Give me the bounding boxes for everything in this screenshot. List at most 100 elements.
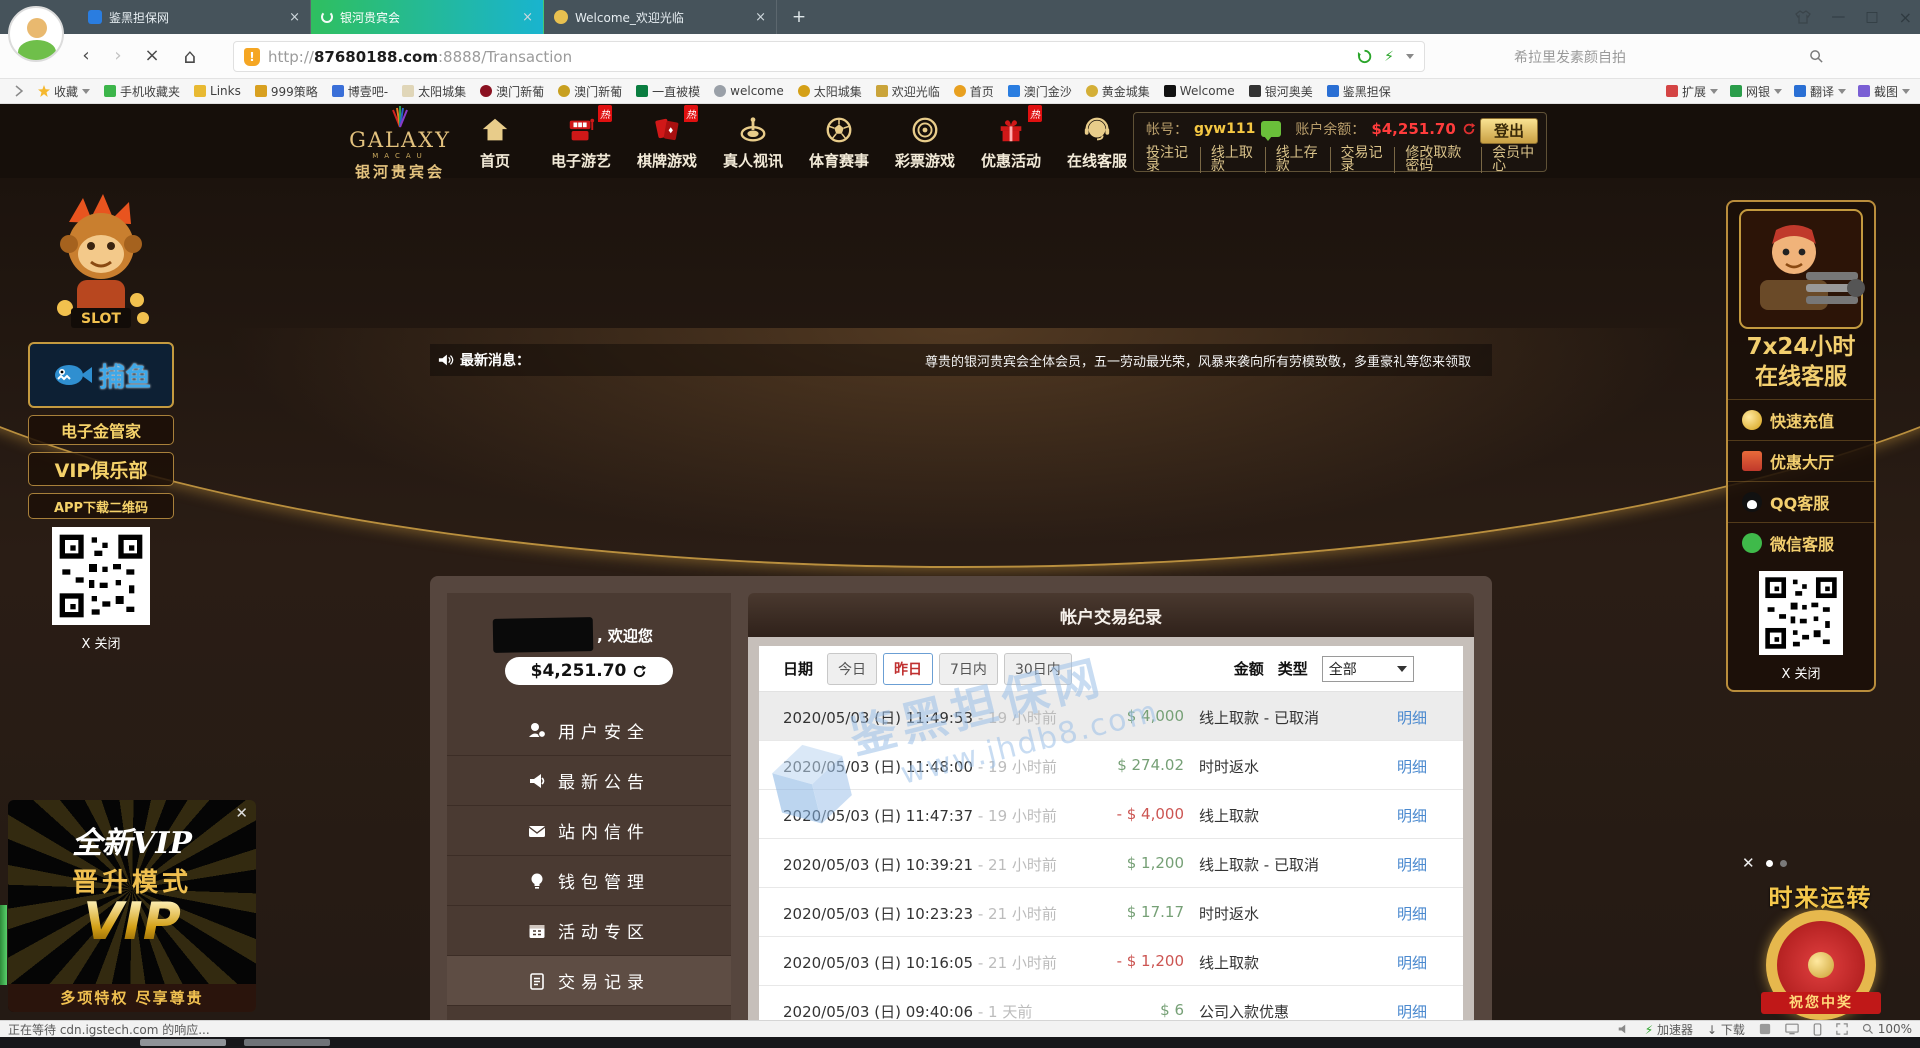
download-button[interactable]: ↓ 下载 bbox=[1707, 1021, 1745, 1038]
refresh-balance-icon[interactable] bbox=[1462, 122, 1476, 136]
bookmark-item[interactable]: 一直被模 bbox=[636, 83, 700, 100]
detail-link[interactable]: 明细 bbox=[1397, 1001, 1427, 1020]
menu-wallet[interactable]: 钱包管理 bbox=[447, 855, 731, 905]
zoom-level[interactable]: 100% bbox=[1862, 1022, 1912, 1036]
taskbar-item[interactable] bbox=[140, 1039, 226, 1046]
search-input[interactable]: 希拉里发素颜自拍 bbox=[1514, 47, 1801, 67]
tool-translate[interactable]: 翻译 bbox=[1794, 83, 1846, 100]
bookmark-item[interactable]: 博壹吧- bbox=[332, 83, 388, 100]
link-change-password[interactable]: 修改取款密码 bbox=[1395, 147, 1482, 173]
minimize-button[interactable]: — bbox=[1831, 9, 1845, 25]
search-box[interactable]: 希拉里发素颜自拍 bbox=[1506, 41, 1832, 72]
tab-close-icon[interactable]: × bbox=[522, 10, 533, 25]
bookmark-item[interactable]: 澳门新葡 bbox=[480, 83, 544, 100]
bookmark-item[interactable]: 欢迎光临 bbox=[876, 83, 940, 100]
nav-item-service[interactable]: 在线客服 bbox=[1054, 108, 1140, 176]
bookmark-item[interactable]: 澳门金沙 bbox=[1008, 83, 1072, 100]
carousel-dots[interactable] bbox=[1766, 860, 1787, 867]
nav-item-promos[interactable]: 热 优惠活动 bbox=[968, 108, 1054, 176]
link-deposit[interactable]: 线上存款 bbox=[1266, 147, 1331, 173]
tab-welcome[interactable]: Welcome_欢迎光临 × bbox=[544, 0, 777, 34]
tool-screenshot[interactable]: 截图 bbox=[1858, 83, 1910, 100]
transaction-row[interactable]: 2020/05/03 (日) 10:39:21 - 21 小时前 $ 1,200… bbox=[759, 839, 1463, 888]
bookmark-item[interactable]: welcome bbox=[714, 84, 784, 98]
menu-transactions-active[interactable]: 交易记录 bbox=[447, 955, 731, 1005]
wechat-service-button[interactable]: 微信客服 bbox=[1728, 522, 1874, 563]
bookmark-item[interactable]: 太阳城集 bbox=[798, 83, 862, 100]
url-text[interactable]: http://87680188.com:8888/Transaction bbox=[268, 48, 572, 66]
sidebar-expander-icon[interactable] bbox=[14, 85, 24, 97]
detail-link[interactable]: 明细 bbox=[1397, 805, 1427, 826]
vip-promo-close-button[interactable]: ✕ bbox=[235, 804, 248, 822]
menu-activities[interactable]: 活动专区 bbox=[447, 905, 731, 955]
bookmark-item[interactable]: Links bbox=[194, 84, 241, 98]
detail-link[interactable]: 明细 bbox=[1397, 854, 1427, 875]
link-bet-records[interactable]: 投注记录 bbox=[1146, 147, 1201, 173]
bookmark-item[interactable]: 银河奥美 bbox=[1249, 83, 1313, 100]
bookmark-item[interactable]: 澳门新葡 bbox=[558, 83, 622, 100]
taskbar-item[interactable] bbox=[244, 1039, 330, 1046]
menu-bet-records[interactable]: $ 投注记录 bbox=[447, 1005, 731, 1020]
home-button[interactable]: ⌂ bbox=[176, 42, 204, 70]
quick-recharge-button[interactable]: 快速充值 bbox=[1728, 399, 1874, 440]
filter-30days-button[interactable]: 30日内 bbox=[1004, 653, 1072, 685]
nav-item-lottery[interactable]: 彩票游戏 bbox=[882, 108, 968, 176]
link-member-center[interactable]: 会员中心 bbox=[1482, 147, 1546, 173]
member-balance-pill[interactable]: $4,251.70 bbox=[505, 657, 673, 685]
tab-galaxy-active[interactable]: 银河贵宾会 × bbox=[311, 0, 544, 34]
qq-service-button[interactable]: QQ客服 bbox=[1728, 481, 1874, 522]
bookmark-favorites[interactable]: 收藏 bbox=[38, 83, 90, 100]
nav-item-home[interactable]: 首页 bbox=[452, 108, 538, 176]
fishing-game-banner[interactable]: 捕鱼 bbox=[28, 342, 174, 408]
e-gold-butler-button[interactable]: 电子金管家 bbox=[28, 415, 174, 445]
expand-icon[interactable] bbox=[1836, 1023, 1848, 1035]
transaction-row[interactable]: 2020/05/03 (日) 09:40:06 - 1 天前 $ 6 公司入款优… bbox=[759, 986, 1463, 1020]
skin-shirt-icon[interactable] bbox=[1795, 10, 1811, 24]
accelerator-button[interactable]: ⚡ 加速器 bbox=[1645, 1021, 1693, 1038]
menu-inbox[interactable]: 站内信件 bbox=[447, 805, 731, 855]
nav-item-cards[interactable]: 热 棋牌游戏 bbox=[624, 108, 710, 176]
detail-link[interactable]: 明细 bbox=[1397, 903, 1427, 924]
bookmark-item[interactable]: Welcome bbox=[1164, 84, 1235, 98]
horn-icon[interactable] bbox=[1618, 1023, 1631, 1035]
refresh-green-icon[interactable] bbox=[1357, 49, 1372, 64]
wheel-close-button[interactable]: ✕ bbox=[1742, 854, 1755, 872]
bookmark-item[interactable]: 手机收藏夹 bbox=[104, 83, 180, 100]
vip-club-button[interactable]: VIP俱乐部 bbox=[28, 452, 174, 486]
galaxy-logo[interactable]: GALAXY MACAU 银河贵宾会 bbox=[344, 106, 456, 182]
transaction-row[interactable]: 2020/05/03 (日) 11:49:53 - 19 小时前 $ 4,000… bbox=[759, 692, 1463, 741]
nav-item-live[interactable]: 真人视讯 bbox=[710, 108, 796, 176]
refresh-icon[interactable] bbox=[632, 664, 647, 679]
bookmark-item[interactable]: 999策略 bbox=[255, 83, 318, 100]
menu-announcements[interactable]: 最新公告 bbox=[447, 755, 731, 805]
bookmark-item[interactable]: 首页 bbox=[954, 83, 994, 100]
transaction-row[interactable]: 2020/05/03 (日) 10:16:05 - 21 小时前 - $ 1,2… bbox=[759, 937, 1463, 986]
logout-button[interactable]: 登出 bbox=[1480, 118, 1538, 144]
tool-extensions[interactable]: 扩展 bbox=[1666, 83, 1718, 100]
link-withdraw[interactable]: 线上取款 bbox=[1201, 147, 1266, 173]
nav-item-slots[interactable]: 热 电子游艺 bbox=[538, 108, 624, 176]
link-transactions[interactable]: 交易记录 bbox=[1331, 147, 1396, 173]
tool-ebank[interactable]: 网银 bbox=[1730, 83, 1782, 100]
filter-today-button[interactable]: 今日 bbox=[827, 653, 877, 685]
menu-user-security[interactable]: 用户安全 bbox=[447, 705, 731, 755]
maximize-button[interactable]: □ bbox=[1865, 9, 1878, 25]
search-icon[interactable] bbox=[1809, 49, 1824, 64]
bookmark-item[interactable]: 黄金城集 bbox=[1086, 83, 1150, 100]
transaction-row[interactable]: 2020/05/03 (日) 11:48:00 - 19 小时前 $ 274.0… bbox=[759, 741, 1463, 790]
addressbar-dropdown-icon[interactable] bbox=[1406, 54, 1414, 59]
bookmark-item[interactable]: 鉴黑担保 bbox=[1327, 83, 1391, 100]
nav-item-sports[interactable]: 体育赛事 bbox=[796, 108, 882, 176]
site-safety-shield-icon[interactable]: ! bbox=[244, 48, 260, 66]
address-bar[interactable]: ! http://87680188.com:8888/Transaction ⚡ bbox=[233, 41, 1425, 72]
right-widget-close-button[interactable]: X 关闭 bbox=[1728, 663, 1874, 682]
detail-link[interactable]: 明细 bbox=[1397, 756, 1427, 777]
tab-close-icon[interactable]: × bbox=[289, 10, 300, 25]
message-chat-icon[interactable] bbox=[1261, 121, 1281, 137]
tab-close-icon[interactable]: × bbox=[755, 10, 766, 25]
type-filter-select[interactable]: 全部 bbox=[1322, 656, 1414, 682]
tab-jianhei[interactable]: 鉴黑担保网 × bbox=[78, 0, 311, 34]
new-tab-button[interactable]: + bbox=[786, 4, 812, 30]
close-window-button[interactable]: × bbox=[1899, 8, 1912, 27]
transaction-row[interactable]: 2020/05/03 (日) 11:47:37 - 19 小时前 - $ 4,0… bbox=[759, 790, 1463, 839]
